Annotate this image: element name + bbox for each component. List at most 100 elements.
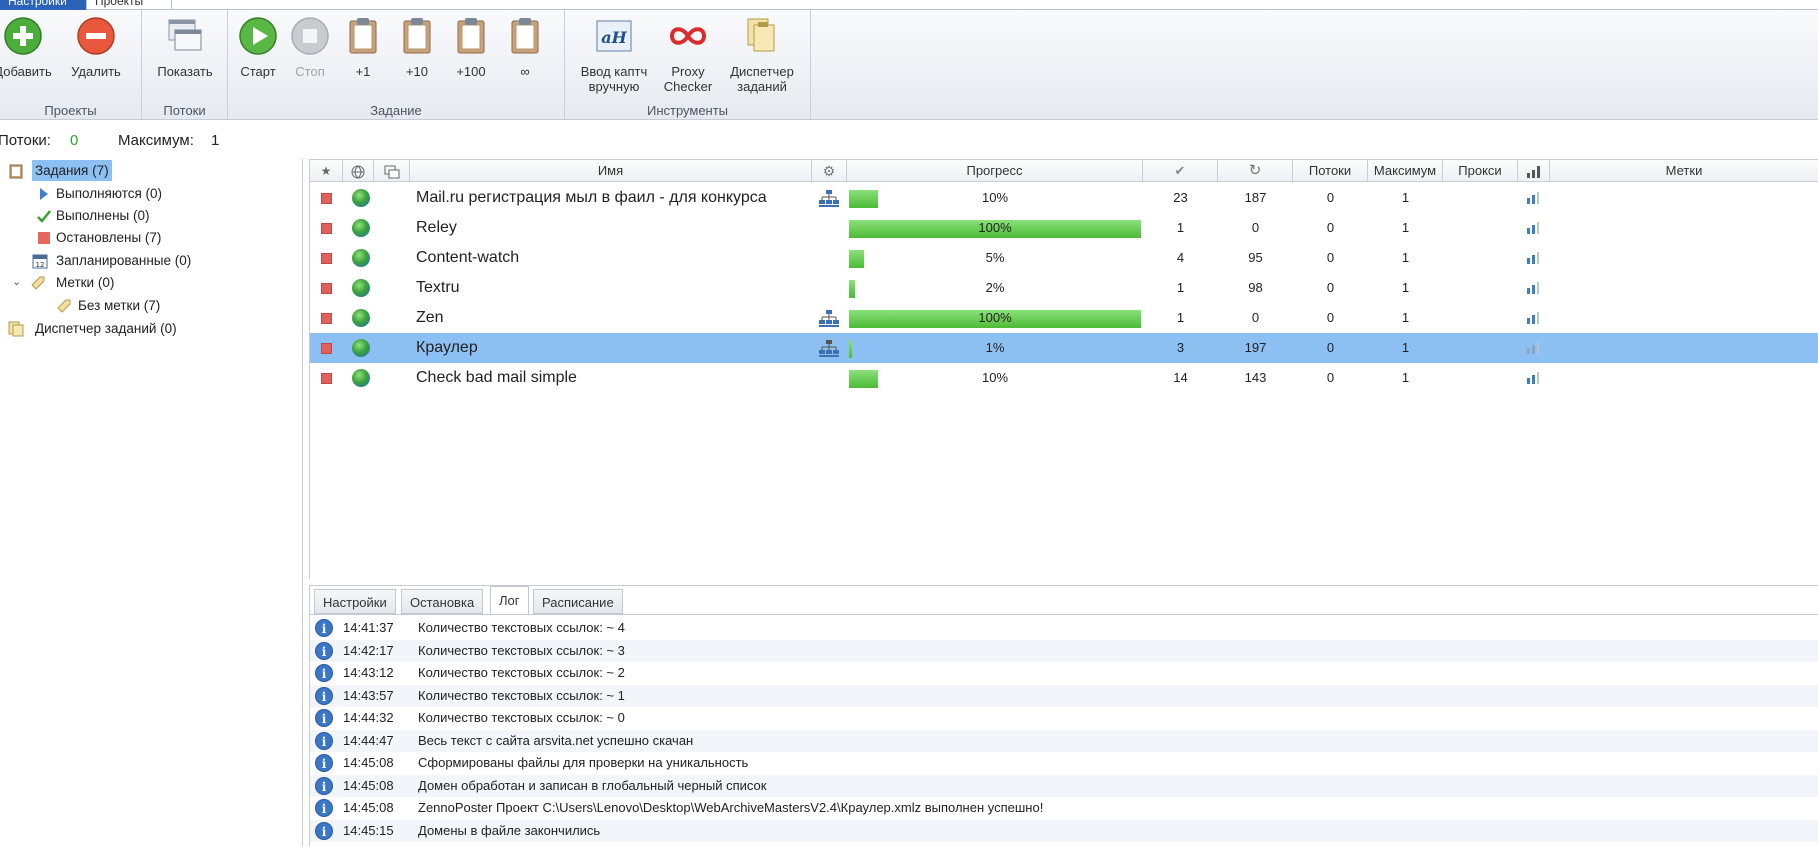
priority-bars-icon[interactable]	[1526, 252, 1540, 264]
max-count: 1	[1401, 370, 1410, 385]
log-entry[interactable]: i 14:44:32 Количество текстовых ссылок: ~ …	[310, 707, 1818, 730]
log-entry[interactable]: i 14:45:08 Домен обработан и записан в гло…	[310, 774, 1818, 797]
max-count: 1	[1401, 310, 1410, 325]
log-message: ZennoPoster Проект C:\Users\Lenovo\Deskt…	[418, 800, 1044, 815]
task-manager-icon	[8, 321, 24, 337]
table-row[interactable]: Releу 100% 1 0 0 1	[310, 213, 1818, 243]
stopped-status-icon	[321, 343, 332, 354]
column-header-proxy[interactable]: Прокси	[1443, 160, 1518, 182]
done-count: 14	[1173, 370, 1188, 385]
priority-bars-icon[interactable]	[1526, 282, 1540, 294]
tab-task-settings[interactable]: Настройки	[314, 589, 396, 614]
tree-item-tasks[interactable]: Задания (7)	[8, 160, 301, 181]
priority-bars-icon[interactable]	[1526, 342, 1540, 354]
priority-bars-icon[interactable]	[1526, 372, 1540, 384]
show-threads-button[interactable]: Показать	[146, 16, 224, 79]
column-header-network[interactable]	[343, 160, 374, 182]
tab-schedule[interactable]: Расписание	[533, 589, 623, 614]
task-name: Releу	[416, 219, 457, 236]
log-entry[interactable]: i 14:41:37 Количество текстовых ссылок: ~ …	[310, 617, 1818, 640]
log-time: 14:44:47	[343, 732, 394, 748]
add-project-button[interactable]: Добавить	[0, 16, 56, 79]
retry-count: 0	[1251, 220, 1260, 235]
threads-count: 0	[1326, 250, 1335, 265]
proxy-checker-button[interactable]: Proxy Checker	[656, 16, 720, 94]
tree-item-label: Без метки (7)	[78, 298, 161, 313]
priority-bars-icon[interactable]	[1526, 192, 1540, 204]
tab-stop[interactable]: Остановка	[401, 589, 484, 614]
log-message: Количество текстовых ссылок: ~ 2	[418, 665, 625, 680]
column-header-priority[interactable]	[1518, 160, 1550, 182]
task-manager-button[interactable]: Диспетчер заданий	[723, 16, 801, 94]
group-task: Старт Стоп +1 +10 +100 ∞ Задание	[228, 10, 565, 120]
captcha-icon: aH	[596, 20, 632, 52]
network-tree-icon	[819, 340, 839, 357]
infinite-button[interactable]: ∞	[502, 16, 548, 79]
log-entry[interactable]: i 14:45:15 Домены в файле закончились	[310, 819, 1818, 842]
retry-count: 95	[1248, 250, 1263, 265]
log-entry[interactable]: i 14:44:47 Весь текст с сайта arsvita.net …	[310, 729, 1818, 752]
plus-one-label: +1	[355, 64, 371, 79]
column-header-window[interactable]	[374, 160, 410, 182]
tag-icon	[57, 299, 71, 313]
top-tab-strip: Настройки Проекты	[0, 0, 1818, 10]
start-button[interactable]: Старт	[234, 16, 282, 79]
table-row[interactable]: Mail.ru регистрация мыл в фаил - для кон…	[310, 183, 1818, 213]
column-header-retries[interactable]: ↻	[1218, 160, 1293, 182]
task-name: Content-watch	[416, 249, 520, 266]
plus-one-button[interactable]: +1	[340, 16, 386, 79]
plus-hundred-button[interactable]: +100	[448, 16, 494, 79]
chevron-down-icon[interactable]: ⌄	[12, 272, 21, 293]
progress-text: 10%	[981, 370, 1009, 385]
log-entry[interactable]: i 14:42:17 Количество текстовых ссылок: ~ …	[310, 639, 1818, 662]
stop-button[interactable]: Стоп	[286, 16, 334, 79]
tab-projects[interactable]: Проекты	[86, 0, 172, 10]
column-header-threads[interactable]: Потоки	[1293, 160, 1368, 182]
done-count: 4	[1176, 250, 1185, 265]
progress-text: 100%	[978, 310, 1012, 325]
column-header-tags[interactable]: Метки	[1550, 160, 1818, 182]
plus-ten-button[interactable]: +10	[394, 16, 440, 79]
max-count: 1	[1401, 220, 1410, 235]
table-row[interactable]: Краулер 1% 3 197 0 1	[310, 333, 1818, 363]
tab-settings[interactable]: Настройки	[0, 0, 86, 10]
log-entry[interactable]: i 14:43:57 Количество текстовых ссылок: ~ …	[310, 684, 1818, 707]
stopped-status-icon	[321, 313, 332, 324]
log-message: Домен обработан и записан в глобальный ч…	[418, 777, 767, 793]
max-count: 1	[1401, 190, 1410, 205]
priority-bars-icon[interactable]	[1526, 312, 1540, 324]
tab-log[interactable]: Лог	[490, 586, 529, 614]
play-icon	[239, 17, 277, 55]
column-header-done[interactable]: ✔	[1143, 160, 1218, 182]
group-threads: Показать Потоки	[142, 10, 228, 120]
log-entry[interactable]: i 14:45:08 ZennoPoster Проект C:\Users\Len…	[310, 797, 1818, 820]
info-icon: i	[315, 709, 333, 727]
remove-icon	[77, 17, 115, 55]
table-row[interactable]: Check bad mail simple 10% 14 143 0 1	[310, 363, 1818, 393]
tree-item-label: Диспетчер заданий (0)	[35, 321, 177, 336]
column-header-progress[interactable]: Прогресс	[847, 160, 1143, 182]
info-icon: i	[315, 619, 333, 637]
log-time: 14:45:08	[343, 800, 394, 815]
stopped-status-icon	[321, 223, 332, 234]
column-header-settings[interactable]: ⚙	[812, 160, 847, 182]
log-entry[interactable]: i 14:43:12 Количество текстовых ссылок: ~ …	[310, 662, 1818, 685]
column-header-max[interactable]: Максимум	[1368, 160, 1443, 182]
manual-captcha-button[interactable]: aH Ввод каптч вручную	[575, 16, 653, 94]
delete-project-button[interactable]: Удалить	[63, 16, 129, 79]
log-time: 14:43:57	[343, 687, 394, 703]
tree-item-label: Задания (7)	[32, 160, 112, 181]
column-header-name[interactable]: Имя	[410, 160, 812, 182]
table-row[interactable]: Zen 100% 1 0 0 1	[310, 303, 1818, 333]
table-row[interactable]: Content-watch 5% 4 95 0 1	[310, 243, 1818, 273]
log-entry[interactable]: i 14:45:08 Сформированы файлы для проверки…	[310, 752, 1818, 775]
table-row[interactable]: Textru 2% 1 98 0 1	[310, 273, 1818, 303]
priority-bars-icon[interactable]	[1526, 222, 1540, 234]
done-count: 3	[1176, 340, 1185, 355]
group-tools: aH Ввод каптч вручную Proxy Checker Дисп…	[565, 10, 811, 120]
column-header-favorite[interactable]: ★	[310, 160, 343, 182]
log-message: Количество текстовых ссылок: ~ 3	[418, 642, 625, 658]
clipboard-icon	[403, 18, 431, 54]
progress-text: 100%	[978, 220, 1012, 235]
task-manager-label: Диспетчер заданий	[730, 64, 794, 94]
